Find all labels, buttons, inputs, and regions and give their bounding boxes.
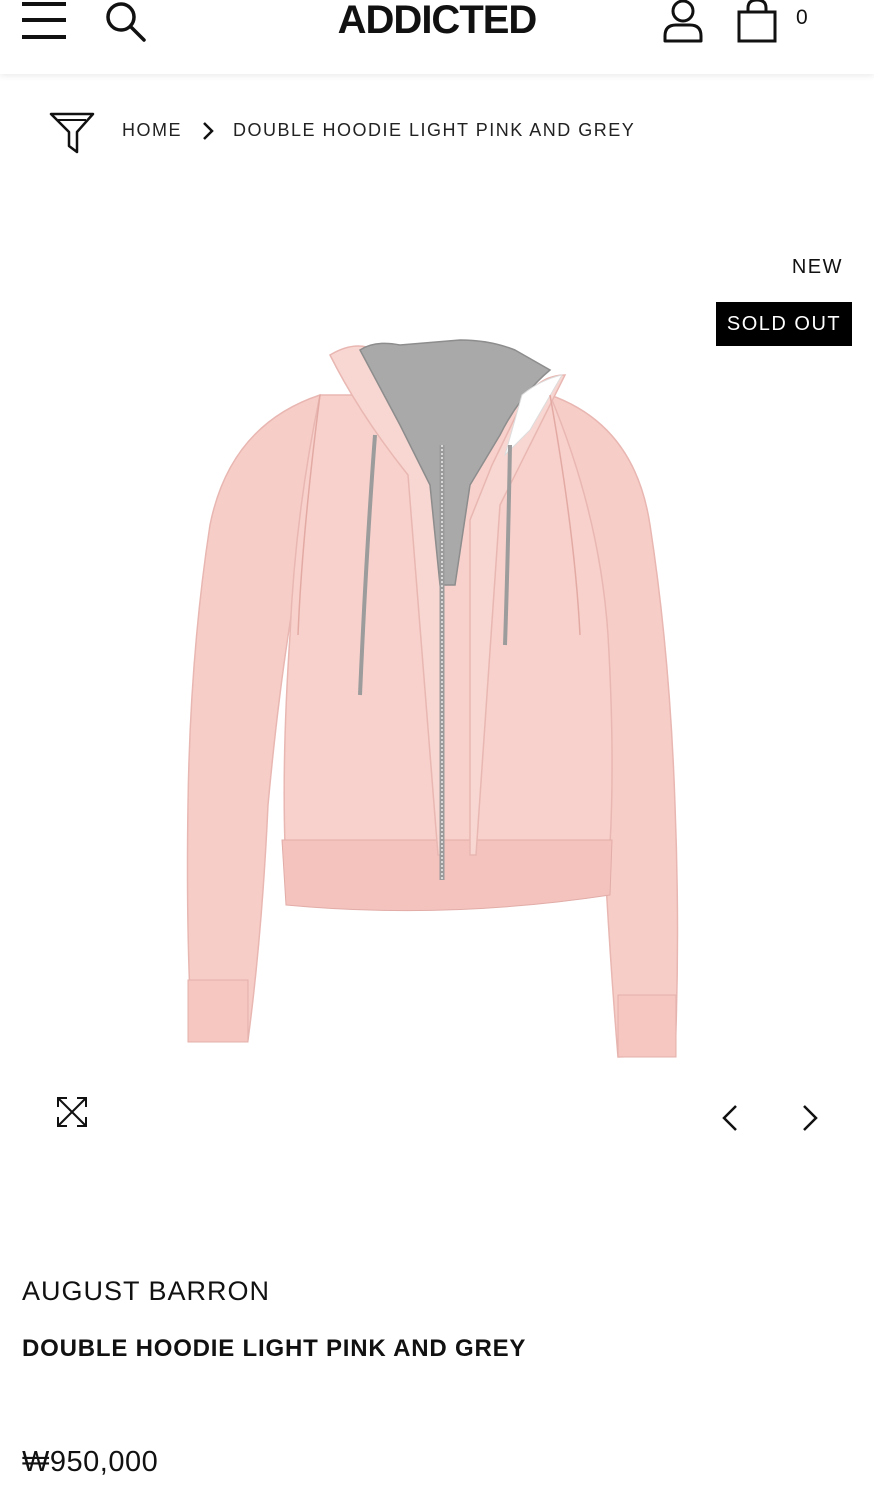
user-icon[interactable]: [660, 0, 706, 44]
breadcrumb-current: DOUBLE HOODIE LIGHT PINK AND GREY: [233, 120, 636, 140]
product-price: ₩950,000: [22, 1446, 159, 1478]
shopping-bag-icon[interactable]: [734, 0, 780, 44]
cart-count[interactable]: 0: [796, 6, 808, 30]
filter-funnel-icon[interactable]: [48, 110, 96, 154]
breadcrumb-home-link[interactable]: HOME: [122, 120, 182, 141]
product-brand[interactable]: AUGUST BARRON: [22, 1276, 270, 1307]
chevron-right-icon[interactable]: [796, 1100, 824, 1136]
site-header: ADDICTED 0: [0, 0, 874, 74]
new-badge: NEW: [791, 256, 843, 278]
sold-out-badge: SOLD OUT: [716, 302, 852, 346]
chevron-left-icon[interactable]: [716, 1100, 744, 1136]
chevron-right-icon: [203, 122, 214, 140]
product-name: DOUBLE HOODIE LIGHT PINK AND GREY: [22, 1335, 527, 1362]
breadcrumb: HOME DOUBLE HOODIE LIGHT PINK AND GREY: [0, 100, 874, 160]
expand-arrows-icon[interactable]: [54, 1094, 90, 1130]
product-image[interactable]: [170, 335, 700, 1075]
